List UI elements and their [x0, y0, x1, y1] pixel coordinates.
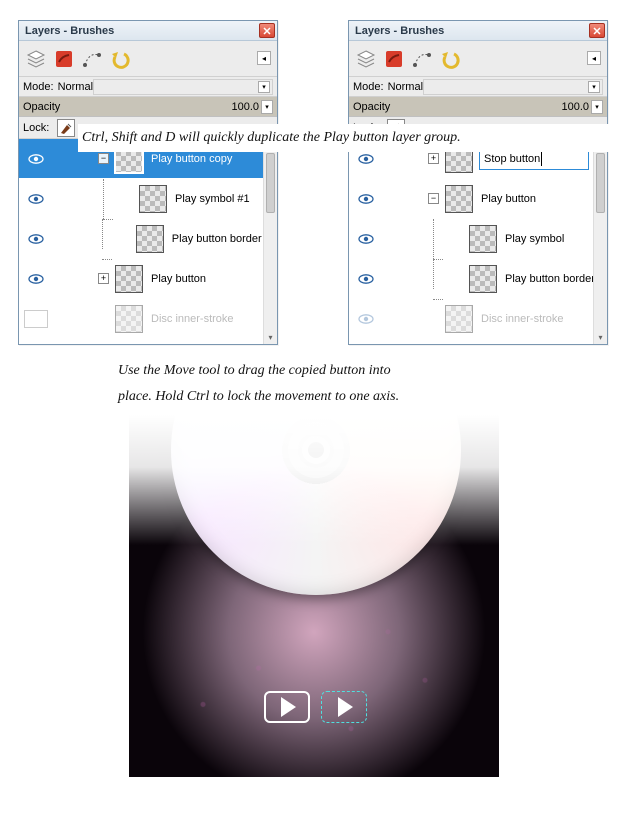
annotation-move-tool-line1: Use the Move tool to drag the copied but…	[118, 358, 518, 383]
collapse-toggle-icon[interactable]: −	[98, 153, 109, 164]
annotation-move-tool-line2: place. Hold Ctrl to lock the movement to…	[118, 384, 518, 409]
panel-title: Layers - Brushes	[25, 25, 114, 37]
layers-list: + Stop button − Play button Play symbol …	[349, 139, 607, 344]
collapse-icon[interactable]: ◂	[587, 51, 601, 65]
brushes-icon[interactable]	[51, 46, 77, 72]
close-icon[interactable]	[589, 23, 605, 38]
layers-stack-icon[interactable]	[23, 46, 49, 72]
layer-name: Play button copy	[151, 153, 232, 165]
mode-dropdown[interactable]: ▾	[93, 79, 273, 95]
visibility-icon[interactable]	[28, 234, 44, 244]
paths-icon[interactable]	[409, 46, 435, 72]
layer-name: Play button border	[505, 273, 595, 285]
chevron-down-icon[interactable]: ▾	[591, 100, 603, 114]
blend-mode-row: Mode: Normal ▾	[19, 77, 277, 97]
layer-thumbnail[interactable]	[136, 225, 163, 253]
layers-panel-left: Layers - Brushes ◂ Mode: Normal ▾ Opacit…	[18, 20, 278, 345]
layers-list: − Play button copy Play symbol #1 Play b…	[19, 139, 277, 344]
lock-label: Lock:	[23, 122, 49, 134]
mode-value: Normal	[388, 81, 423, 93]
visibility-icon[interactable]	[358, 274, 374, 284]
scroll-thumb[interactable]	[266, 153, 275, 213]
panel-title: Layers - Brushes	[355, 25, 444, 37]
visibility-icon[interactable]	[358, 194, 374, 204]
layer-name: Play symbol	[505, 233, 564, 245]
layer-row[interactable]: Disc inner-stroke	[19, 299, 277, 339]
layer-thumbnail[interactable]	[115, 305, 143, 333]
canvas-preview	[129, 415, 499, 777]
layers-panel-right: Layers - Brushes ◂ Mode: Normal ▾ Opacit…	[348, 20, 608, 345]
visibility-icon[interactable]	[28, 194, 44, 204]
layer-row[interactable]: Disc inner-stroke	[349, 299, 607, 339]
opacity-value: 100.0	[231, 101, 259, 113]
titlebar[interactable]: Layers - Brushes	[19, 21, 277, 41]
layer-name: Play symbol #1	[175, 193, 250, 205]
layer-thumbnail[interactable]	[469, 225, 497, 253]
lock-pixels-icon[interactable]	[57, 119, 75, 137]
undo-history-icon[interactable]	[107, 46, 133, 72]
scrollbar[interactable]: ▴ ▾	[593, 139, 607, 344]
play-button-copy-selected	[321, 691, 367, 723]
opacity-slider[interactable]: Opacity 100.0 ▾	[349, 97, 607, 117]
layer-row[interactable]: Play button border #1	[19, 219, 277, 259]
scroll-thumb[interactable]	[596, 153, 605, 213]
layer-thumbnail[interactable]	[469, 265, 497, 293]
mode-label: Mode:	[353, 81, 384, 93]
layer-name: Disc inner-stroke	[481, 313, 564, 325]
layer-name: Play button	[481, 193, 536, 205]
chevron-down-icon[interactable]: ▾	[264, 330, 277, 344]
undo-history-icon[interactable]	[437, 46, 463, 72]
chevron-down-icon[interactable]: ▾	[261, 100, 273, 114]
annotation-duplicate-shortcut: Ctrl, Shift and D will quickly duplicate…	[78, 124, 616, 152]
opacity-value: 100.0	[561, 101, 589, 113]
scrollbar[interactable]: ▴ ▾	[263, 139, 277, 344]
visibility-icon[interactable]	[358, 154, 374, 164]
brushes-icon[interactable]	[381, 46, 407, 72]
play-button-original	[264, 691, 310, 723]
titlebar[interactable]: Layers - Brushes	[349, 21, 607, 41]
mode-dropdown[interactable]: ▾	[423, 79, 603, 95]
layers-stack-icon[interactable]	[353, 46, 379, 72]
visibility-icon[interactable]	[358, 314, 374, 324]
opacity-label: Opacity	[353, 101, 390, 113]
layer-name: Disc inner-stroke	[151, 313, 234, 325]
layer-row[interactable]: Play symbol #1	[19, 179, 277, 219]
opacity-slider[interactable]: Opacity 100.0 ▾	[19, 97, 277, 117]
layer-thumbnail[interactable]	[445, 305, 473, 333]
collapse-toggle-icon[interactable]: −	[428, 193, 439, 204]
visibility-icon[interactable]	[28, 154, 44, 164]
layer-name: Play button	[151, 273, 206, 285]
paths-icon[interactable]	[79, 46, 105, 72]
expand-toggle-icon[interactable]: +	[428, 153, 439, 164]
visibility-icon[interactable]	[28, 274, 44, 284]
panel-toolbar: ◂	[349, 41, 607, 77]
collapse-icon[interactable]: ◂	[257, 51, 271, 65]
layer-name: Play button border #1	[172, 233, 277, 245]
layer-thumbnail[interactable]	[445, 185, 473, 213]
opacity-label: Opacity	[23, 101, 60, 113]
blend-mode-row: Mode: Normal ▾	[349, 77, 607, 97]
mode-label: Mode:	[23, 81, 54, 93]
layer-thumbnail[interactable]	[139, 185, 167, 213]
panel-toolbar: ◂	[19, 41, 277, 77]
layer-row[interactable]: Play symbol	[349, 219, 607, 259]
chevron-down-icon[interactable]: ▾	[594, 330, 607, 344]
mode-value: Normal	[58, 81, 93, 93]
layer-row[interactable]: + Play button	[19, 259, 277, 299]
close-icon[interactable]	[259, 23, 275, 38]
layer-thumbnail[interactable]	[115, 265, 143, 293]
layer-row[interactable]: Play button border	[349, 259, 607, 299]
layer-row[interactable]: − Play button	[349, 179, 607, 219]
expand-toggle-icon[interactable]: +	[98, 273, 109, 284]
visibility-icon[interactable]	[358, 234, 374, 244]
